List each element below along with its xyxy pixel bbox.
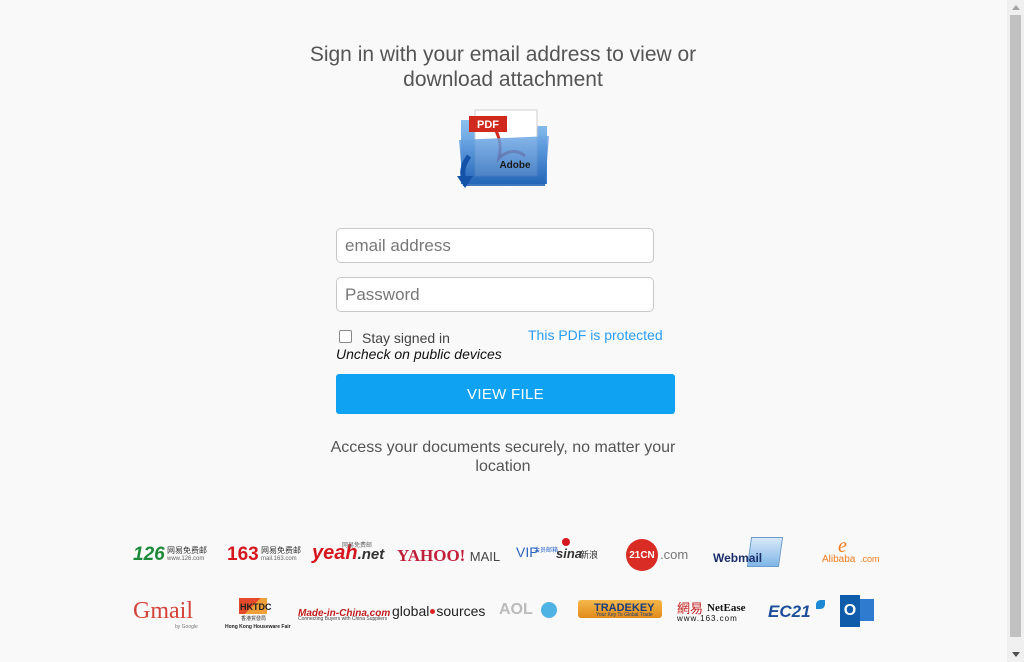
stay-signed-in-label[interactable]: Stay signed in xyxy=(362,330,450,346)
logo-gmail: Gmail by Google xyxy=(133,598,198,630)
scroll-up-icon[interactable] xyxy=(1012,5,1020,10)
logo-126: 126 网易免费邮 www.126.com xyxy=(133,544,207,565)
scrollbar[interactable] xyxy=(1007,0,1024,662)
logo-21cn: 21CN .com xyxy=(626,539,688,571)
logo-sina: VIP 会员邮箱 sina 新浪 xyxy=(516,538,598,562)
logo-made-in-china: Made-in-China.com Connecting Buyers with… xyxy=(298,608,391,622)
svg-text:PDF: PDF xyxy=(477,119,499,131)
logo-global-sources: global sources xyxy=(392,603,486,619)
uncheck-note: Uncheck on public devices xyxy=(336,346,502,362)
scroll-down-icon[interactable] xyxy=(1012,652,1020,657)
pdf-protected-link[interactable]: This PDF is protected xyxy=(528,327,663,343)
svg-text:Adobe: Adobe xyxy=(499,160,531,171)
logo-163: 163 网易免费邮 mail.163.com xyxy=(227,544,301,565)
view-file-button[interactable]: VIEW FILE xyxy=(336,374,675,414)
logo-ec21: EC21 xyxy=(768,600,825,622)
page-title: Sign in with your email address to view … xyxy=(309,43,697,91)
email-input[interactable] xyxy=(336,228,654,263)
logo-netease: 網易 NetEase www.163.com xyxy=(677,601,746,623)
password-input[interactable] xyxy=(336,277,654,312)
logo-yahoo-mail: YAHOO! MAIL xyxy=(397,546,501,565)
stay-signed-in-checkbox[interactable] xyxy=(339,329,352,343)
pdf-download-icon: PDF Adobe xyxy=(457,109,549,188)
logo-yeah-net: yeah.net 网易免费邮 xyxy=(312,542,385,564)
logo-aol: AOL xyxy=(499,601,557,619)
tagline: Access your documents securely, no matte… xyxy=(330,439,676,475)
stay-signed-in-row[interactable]: Stay signed in xyxy=(339,328,450,346)
scrollbar-thumb[interactable] xyxy=(1010,15,1021,637)
